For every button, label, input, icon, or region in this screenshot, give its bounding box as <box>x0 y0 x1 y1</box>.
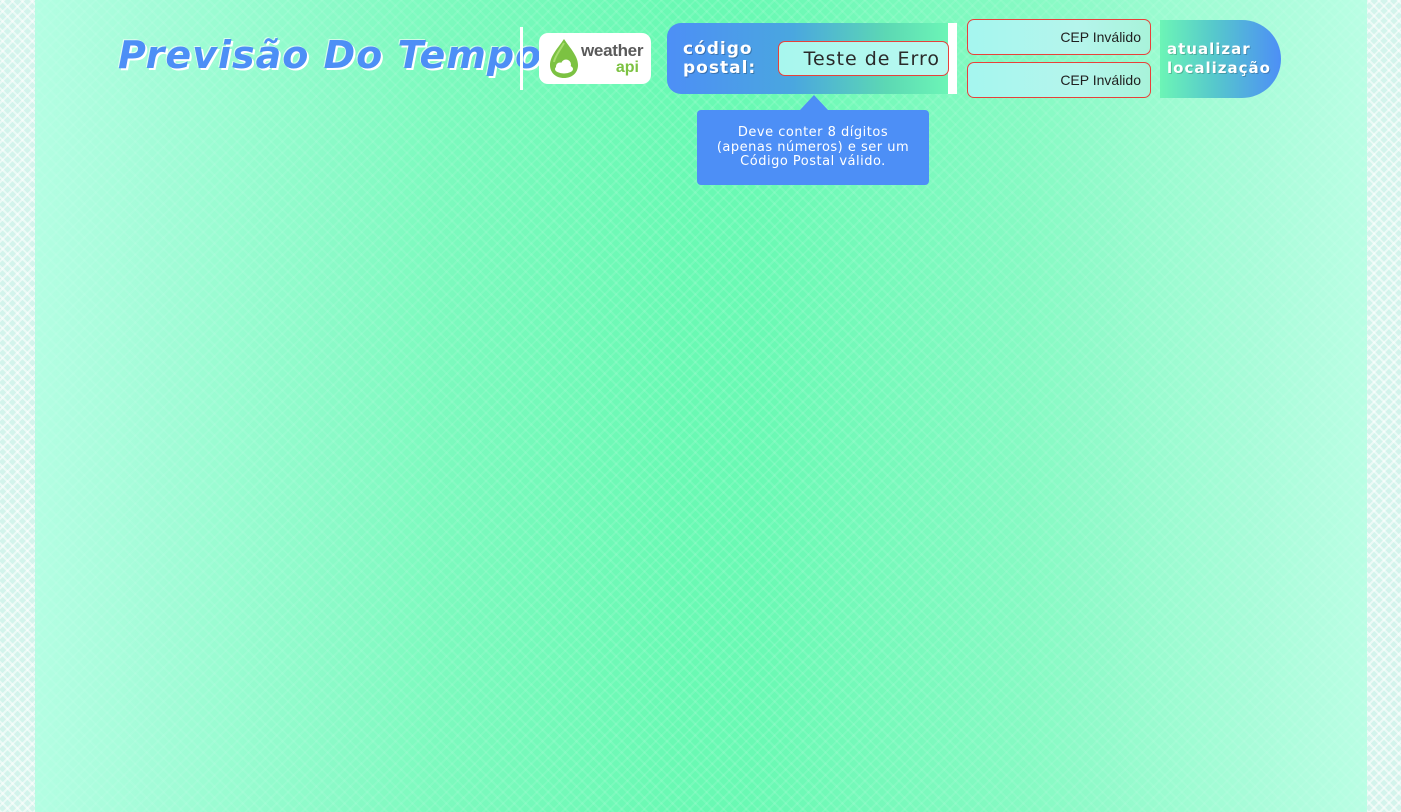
postal-code-input[interactable] <box>778 41 949 76</box>
cep-field-1[interactable] <box>967 19 1151 55</box>
validation-tooltip: Deve conter 8 dígitos (apenas números) e… <box>697 110 929 185</box>
logo-subtext: api <box>615 59 639 76</box>
weather-api-logo[interactable]: weather api <box>539 33 651 84</box>
tooltip-arrow <box>800 95 828 110</box>
update-location-button[interactable]: atualizar localização <box>1160 20 1281 98</box>
cep-field-2[interactable] <box>967 62 1151 98</box>
postal-code-label: código postal: <box>683 39 757 78</box>
right-pattern-border <box>1367 0 1401 812</box>
logo-wordmark: weather <box>581 41 644 60</box>
weather-drop-cloud-icon <box>550 39 578 78</box>
left-pattern-border <box>0 0 35 812</box>
header-divider <box>520 27 523 90</box>
page-title: Previsão Do Tempo <box>118 33 543 77</box>
